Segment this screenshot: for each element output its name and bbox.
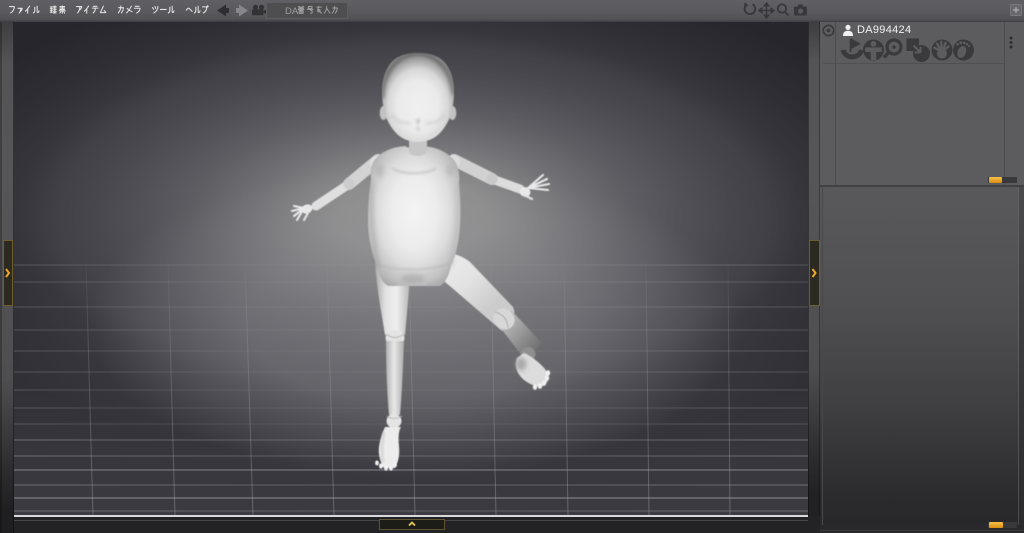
svg-text:DA: DA — [285, 6, 299, 17]
